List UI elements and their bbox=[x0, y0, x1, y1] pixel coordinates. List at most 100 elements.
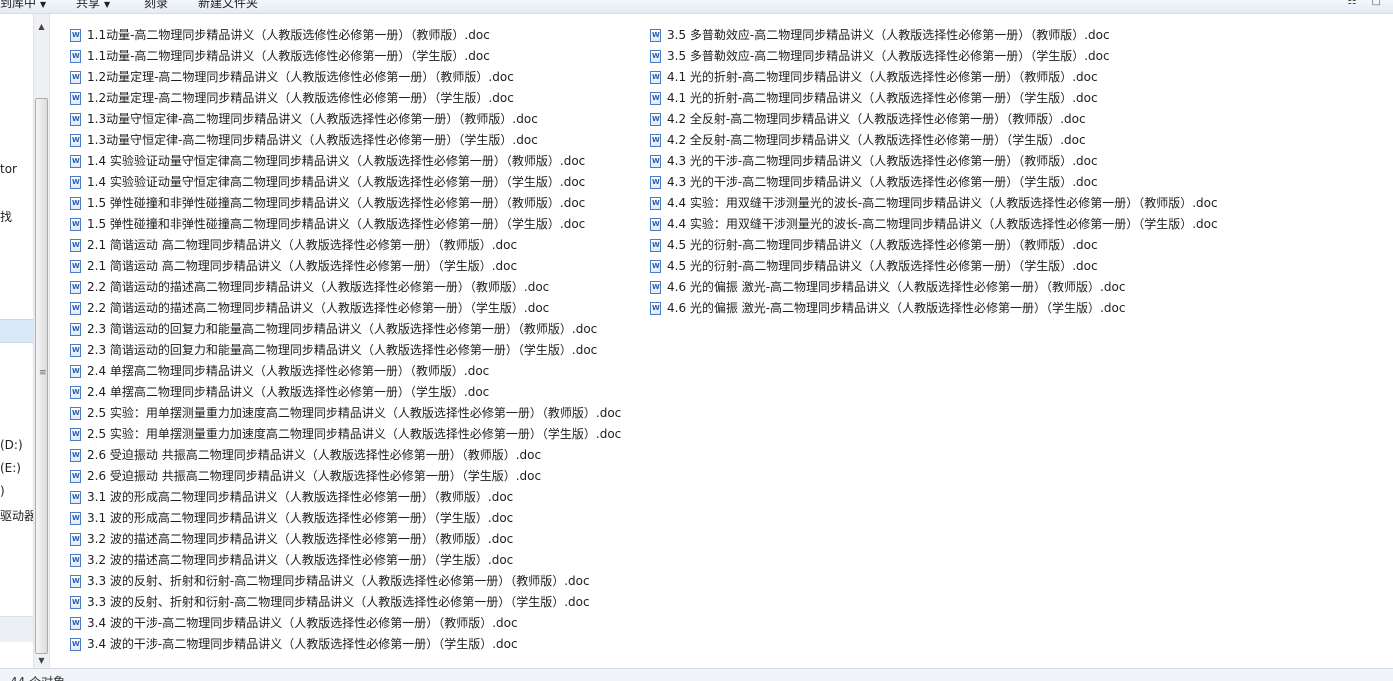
file-item[interactable]: 1.2动量定理-高二物理同步精品讲义（人教版选修性必修第一册）（学生版）.doc bbox=[70, 88, 621, 109]
file-item[interactable]: 2.2 简谐运动的描述高二物理同步精品讲义（人教版选择性必修第一册）（教师版）.… bbox=[70, 277, 621, 298]
file-item[interactable]: 4.4 实验：用双缝干涉测量光的波长-高二物理同步精品讲义（人教版选择性必修第一… bbox=[650, 214, 1218, 235]
word-doc-icon bbox=[650, 197, 661, 210]
file-name: 2.3 简谐运动的回复力和能量高二物理同步精品讲义（人教版选择性必修第一册）（教… bbox=[87, 322, 598, 336]
share-button[interactable]: 共享 ▼ bbox=[76, 0, 110, 13]
file-item[interactable]: 1.5 弹性碰撞和非弹性碰撞高二物理同步精品讲义（人教版选择性必修第一册）（学生… bbox=[70, 214, 621, 235]
word-doc-icon bbox=[650, 302, 661, 315]
file-item[interactable]: 1.4 实验验证动量守恒定律高二物理同步精品讲义（人教版选择性必修第一册）（学生… bbox=[70, 172, 621, 193]
file-item[interactable]: 4.2 全反射-高二物理同步精品讲义（人教版选择性必修第一册）（学生版）.doc bbox=[650, 130, 1218, 151]
file-name: 2.6 受迫振动 共振高二物理同步精品讲义（人教版选择性必修第一册）（教师版）.… bbox=[87, 448, 542, 462]
file-item[interactable]: 3.4 波的干涉-高二物理同步精品讲义（人教版选择性必修第一册）（学生版）.do… bbox=[70, 634, 621, 655]
file-item[interactable]: 2.4 单摆高二物理同步精品讲义（人教版选择性必修第一册）（教师版）.doc bbox=[70, 361, 621, 382]
word-doc-icon bbox=[70, 92, 81, 105]
file-item[interactable]: 4.1 光的折射-高二物理同步精品讲义（人教版选择性必修第一册）（教师版）.do… bbox=[650, 67, 1218, 88]
file-name: 1.3动量守恒定律-高二物理同步精品讲义（人教版选择性必修第一册）（教师版）.d… bbox=[87, 112, 538, 126]
file-item[interactable]: 3.5 多普勒效应-高二物理同步精品讲义（人教版选择性必修第一册）（学生版）.d… bbox=[650, 46, 1218, 67]
nav-item-search[interactable]: 找 bbox=[0, 208, 12, 225]
word-doc-icon bbox=[650, 218, 661, 231]
file-name: 2.1 简谐运动 高二物理同步精品讲义（人教版选择性必修第一册）（学生版）.do… bbox=[87, 259, 518, 273]
file-item[interactable]: 3.4 波的干涉-高二物理同步精品讲义（人教版选择性必修第一册）（教师版）.do… bbox=[70, 613, 621, 634]
word-doc-icon bbox=[70, 113, 81, 126]
word-doc-icon bbox=[70, 554, 81, 567]
nav-selected-item[interactable] bbox=[0, 319, 33, 343]
file-item[interactable]: 4.3 光的干涉-高二物理同步精品讲义（人教版选择性必修第一册）（教师版）.do… bbox=[650, 151, 1218, 172]
file-item[interactable]: 3.1 波的形成高二物理同步精品讲义（人教版选择性必修第一册）（学生版）.doc bbox=[70, 508, 621, 529]
word-doc-icon bbox=[650, 29, 661, 42]
status-bar: 44 个对象 bbox=[0, 668, 1393, 681]
file-name: 4.6 光的偏振 激光-高二物理同步精品讲义（人教版选择性必修第一册）（学生版）… bbox=[667, 301, 1126, 315]
word-doc-icon bbox=[650, 71, 661, 84]
scrollbar-thumb[interactable]: ≡ bbox=[35, 98, 48, 654]
file-name: 3.4 波的干涉-高二物理同步精品讲义（人教版选择性必修第一册）（教师版）.do… bbox=[87, 616, 518, 630]
file-name: 2.2 简谐运动的描述高二物理同步精品讲义（人教版选择性必修第一册）（学生版）.… bbox=[87, 301, 550, 315]
file-item[interactable]: 2.2 简谐运动的描述高二物理同步精品讲义（人教版选择性必修第一册）（学生版）.… bbox=[70, 298, 621, 319]
navigation-pane: tor 找 (D:) (E:) ) 驱动器 bbox=[0, 14, 33, 668]
burn-button[interactable]: 刻录 bbox=[144, 0, 168, 11]
view-options-icon[interactable]: ☷ □ bbox=[1347, 0, 1387, 7]
file-column-2: 3.5 多普勒效应-高二物理同步精品讲义（人教版选择性必修第一册）（教师版）.d… bbox=[650, 25, 1218, 319]
file-name: 2.4 单摆高二物理同步精品讲义（人教版选择性必修第一册）（学生版）.doc bbox=[87, 385, 490, 399]
word-doc-icon bbox=[70, 50, 81, 63]
nav-item-administrator[interactable]: tor bbox=[0, 162, 17, 176]
nav-scrollbar[interactable]: ▲ ≡ ▼ bbox=[33, 14, 50, 668]
file-item[interactable]: 3.2 波的描述高二物理同步精品讲义（人教版选择性必修第一册）（学生版）.doc bbox=[70, 550, 621, 571]
file-item[interactable]: 3.5 多普勒效应-高二物理同步精品讲义（人教版选择性必修第一册）（教师版）.d… bbox=[650, 25, 1218, 46]
file-name: 4.6 光的偏振 激光-高二物理同步精品讲义（人教版选择性必修第一册）（教师版）… bbox=[667, 280, 1126, 294]
file-item[interactable]: 2.6 受迫振动 共振高二物理同步精品讲义（人教版选择性必修第一册）（教师版）.… bbox=[70, 445, 621, 466]
file-item[interactable]: 1.2动量定理-高二物理同步精品讲义（人教版选修性必修第一册）（教师版）.doc bbox=[70, 67, 621, 88]
file-name: 3.2 波的描述高二物理同步精品讲义（人教版选择性必修第一册）（教师版）.doc bbox=[87, 532, 514, 546]
file-item[interactable]: 1.1动量-高二物理同步精品讲义（人教版选修性必修第一册）（教师版）.doc bbox=[70, 25, 621, 46]
new-folder-button[interactable]: 新建文件夹 bbox=[198, 0, 258, 11]
file-item[interactable]: 2.3 简谐运动的回复力和能量高二物理同步精品讲义（人教版选择性必修第一册）（教… bbox=[70, 319, 621, 340]
scroll-up-icon[interactable]: ▲ bbox=[34, 20, 49, 34]
chevron-down-icon: ▼ bbox=[40, 0, 47, 9]
file-name: 3.1 波的形成高二物理同步精品讲义（人教版选择性必修第一册）（教师版）.doc bbox=[87, 490, 514, 504]
file-item[interactable]: 2.1 简谐运动 高二物理同步精品讲义（人教版选择性必修第一册）（学生版）.do… bbox=[70, 256, 621, 277]
word-doc-icon bbox=[70, 302, 81, 315]
file-item[interactable]: 4.6 光的偏振 激光-高二物理同步精品讲义（人教版选择性必修第一册）（教师版）… bbox=[650, 277, 1218, 298]
file-item[interactable]: 4.5 光的衍射-高二物理同步精品讲义（人教版选择性必修第一册）（学生版）.do… bbox=[650, 256, 1218, 277]
file-item[interactable]: 1.3动量守恒定律-高二物理同步精品讲义（人教版选择性必修第一册）（学生版）.d… bbox=[70, 130, 621, 151]
file-item[interactable]: 3.3 波的反射、折射和衍射-高二物理同步精品讲义（人教版选择性必修第一册）（教… bbox=[70, 571, 621, 592]
nav-item-drive-other[interactable]: 驱动器 bbox=[0, 507, 33, 524]
file-item[interactable]: 4.1 光的折射-高二物理同步精品讲义（人教版选择性必修第一册）（学生版）.do… bbox=[650, 88, 1218, 109]
file-item[interactable]: 3.2 波的描述高二物理同步精品讲义（人教版选择性必修第一册）（教师版）.doc bbox=[70, 529, 621, 550]
nav-item-drive[interactable]: ) bbox=[0, 484, 5, 498]
file-item[interactable]: 3.1 波的形成高二物理同步精品讲义（人教版选择性必修第一册）（教师版）.doc bbox=[70, 487, 621, 508]
file-item[interactable]: 1.4 实验验证动量守恒定律高二物理同步精品讲义（人教版选择性必修第一册）（教师… bbox=[70, 151, 621, 172]
file-item[interactable]: 1.3动量守恒定律-高二物理同步精品讲义（人教版选择性必修第一册）（教师版）.d… bbox=[70, 109, 621, 130]
file-item[interactable]: 4.4 实验：用双缝干涉测量光的波长-高二物理同步精品讲义（人教版选择性必修第一… bbox=[650, 193, 1218, 214]
file-item[interactable]: 1.5 弹性碰撞和非弹性碰撞高二物理同步精品讲义（人教版选择性必修第一册）（教师… bbox=[70, 193, 621, 214]
file-item[interactable]: 2.4 单摆高二物理同步精品讲义（人教版选择性必修第一册）（学生版）.doc bbox=[70, 382, 621, 403]
file-name: 3.1 波的形成高二物理同步精品讲义（人教版选择性必修第一册）（学生版）.doc bbox=[87, 511, 514, 525]
file-item[interactable]: 2.1 简谐运动 高二物理同步精品讲义（人教版选择性必修第一册）（教师版）.do… bbox=[70, 235, 621, 256]
file-item[interactable]: 1.1动量-高二物理同步精品讲义（人教版选修性必修第一册）（学生版）.doc bbox=[70, 46, 621, 67]
file-item[interactable]: 2.5 实验：用单摆测量重力加速度高二物理同步精品讲义（人教版选择性必修第一册）… bbox=[70, 424, 621, 445]
file-name: 4.2 全反射-高二物理同步精品讲义（人教版选择性必修第一册）（学生版）.doc bbox=[667, 133, 1086, 147]
file-column-1: 1.1动量-高二物理同步精品讲义（人教版选修性必修第一册）（教师版）.doc 1.… bbox=[70, 25, 621, 655]
file-name: 1.3动量守恒定律-高二物理同步精品讲义（人教版选择性必修第一册）（学生版）.d… bbox=[87, 133, 538, 147]
file-name: 4.5 光的衍射-高二物理同步精品讲义（人教版选择性必修第一册）（学生版）.do… bbox=[667, 259, 1098, 273]
file-item[interactable]: 4.3 光的干涉-高二物理同步精品讲义（人教版选择性必修第一册）（学生版）.do… bbox=[650, 172, 1218, 193]
word-doc-icon bbox=[70, 344, 81, 357]
scroll-down-icon[interactable]: ▼ bbox=[34, 654, 49, 668]
word-doc-icon bbox=[70, 239, 81, 252]
word-doc-icon bbox=[650, 92, 661, 105]
file-name: 1.2动量定理-高二物理同步精品讲义（人教版选修性必修第一册）（教师版）.doc bbox=[87, 70, 514, 84]
word-doc-icon bbox=[70, 365, 81, 378]
file-item[interactable]: 4.5 光的衍射-高二物理同步精品讲义（人教版选择性必修第一册）（教师版）.do… bbox=[650, 235, 1218, 256]
file-item[interactable]: 4.2 全反射-高二物理同步精品讲义（人教版选择性必修第一册）（教师版）.doc bbox=[650, 109, 1218, 130]
file-item[interactable]: 2.3 简谐运动的回复力和能量高二物理同步精品讲义（人教版选择性必修第一册）（学… bbox=[70, 340, 621, 361]
add-to-library-button[interactable]: 到库中 ▼ bbox=[0, 0, 46, 13]
word-doc-icon bbox=[70, 512, 81, 525]
nav-item-drive-e[interactable]: (E:) bbox=[0, 461, 21, 475]
file-item[interactable]: 3.3 波的反射、折射和衍射-高二物理同步精品讲义（人教版选择性必修第一册）（学… bbox=[70, 592, 621, 613]
file-item[interactable]: 2.5 实验：用单摆测量重力加速度高二物理同步精品讲义（人教版选择性必修第一册）… bbox=[70, 403, 621, 424]
file-item[interactable]: 4.6 光的偏振 激光-高二物理同步精品讲义（人教版选择性必修第一册）（学生版）… bbox=[650, 298, 1218, 319]
file-item[interactable]: 2.6 受迫振动 共振高二物理同步精品讲义（人教版选择性必修第一册）（学生版）.… bbox=[70, 466, 621, 487]
word-doc-icon bbox=[70, 29, 81, 42]
word-doc-icon bbox=[70, 218, 81, 231]
burn-label: 刻录 bbox=[144, 0, 169, 10]
file-name: 2.4 单摆高二物理同步精品讲义（人教版选择性必修第一册）（教师版）.doc bbox=[87, 364, 490, 378]
nav-item-drive-d[interactable]: (D:) bbox=[0, 438, 23, 452]
